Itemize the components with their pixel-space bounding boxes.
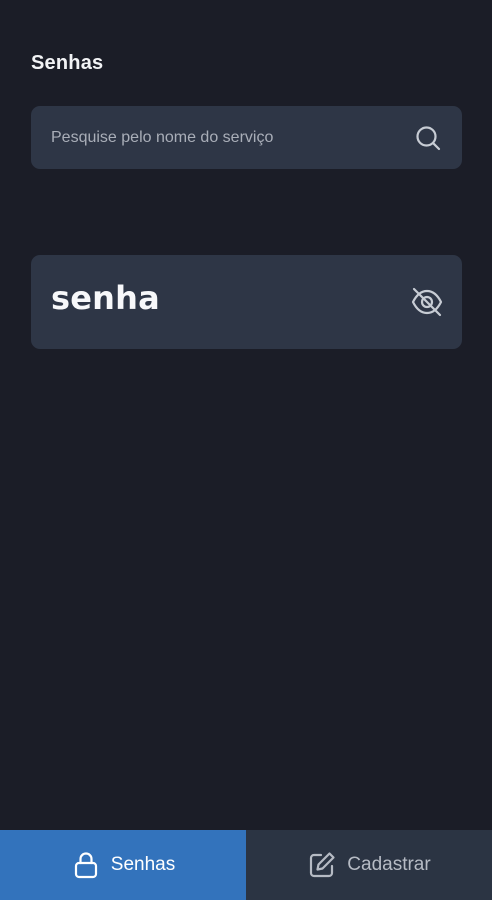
tab-senhas-label: Senhas — [110, 854, 176, 875]
password-card: senha — [31, 255, 462, 349]
search-icon[interactable] — [414, 124, 442, 152]
tab-cadastrar-label: Cadastrar — [347, 854, 431, 875]
search-bar — [31, 106, 462, 169]
password-value: senha — [51, 279, 160, 317]
search-input[interactable] — [51, 106, 401, 169]
page-title: Senhas — [31, 52, 104, 74]
tab-bar: Senhas Cadastrar — [0, 830, 492, 900]
lock-icon — [74, 852, 97, 879]
tab-senhas[interactable]: Senhas — [0, 830, 246, 900]
eye-off-icon[interactable] — [410, 285, 444, 319]
tab-cadastrar[interactable]: Cadastrar — [246, 830, 492, 900]
edit-icon — [310, 852, 335, 878]
